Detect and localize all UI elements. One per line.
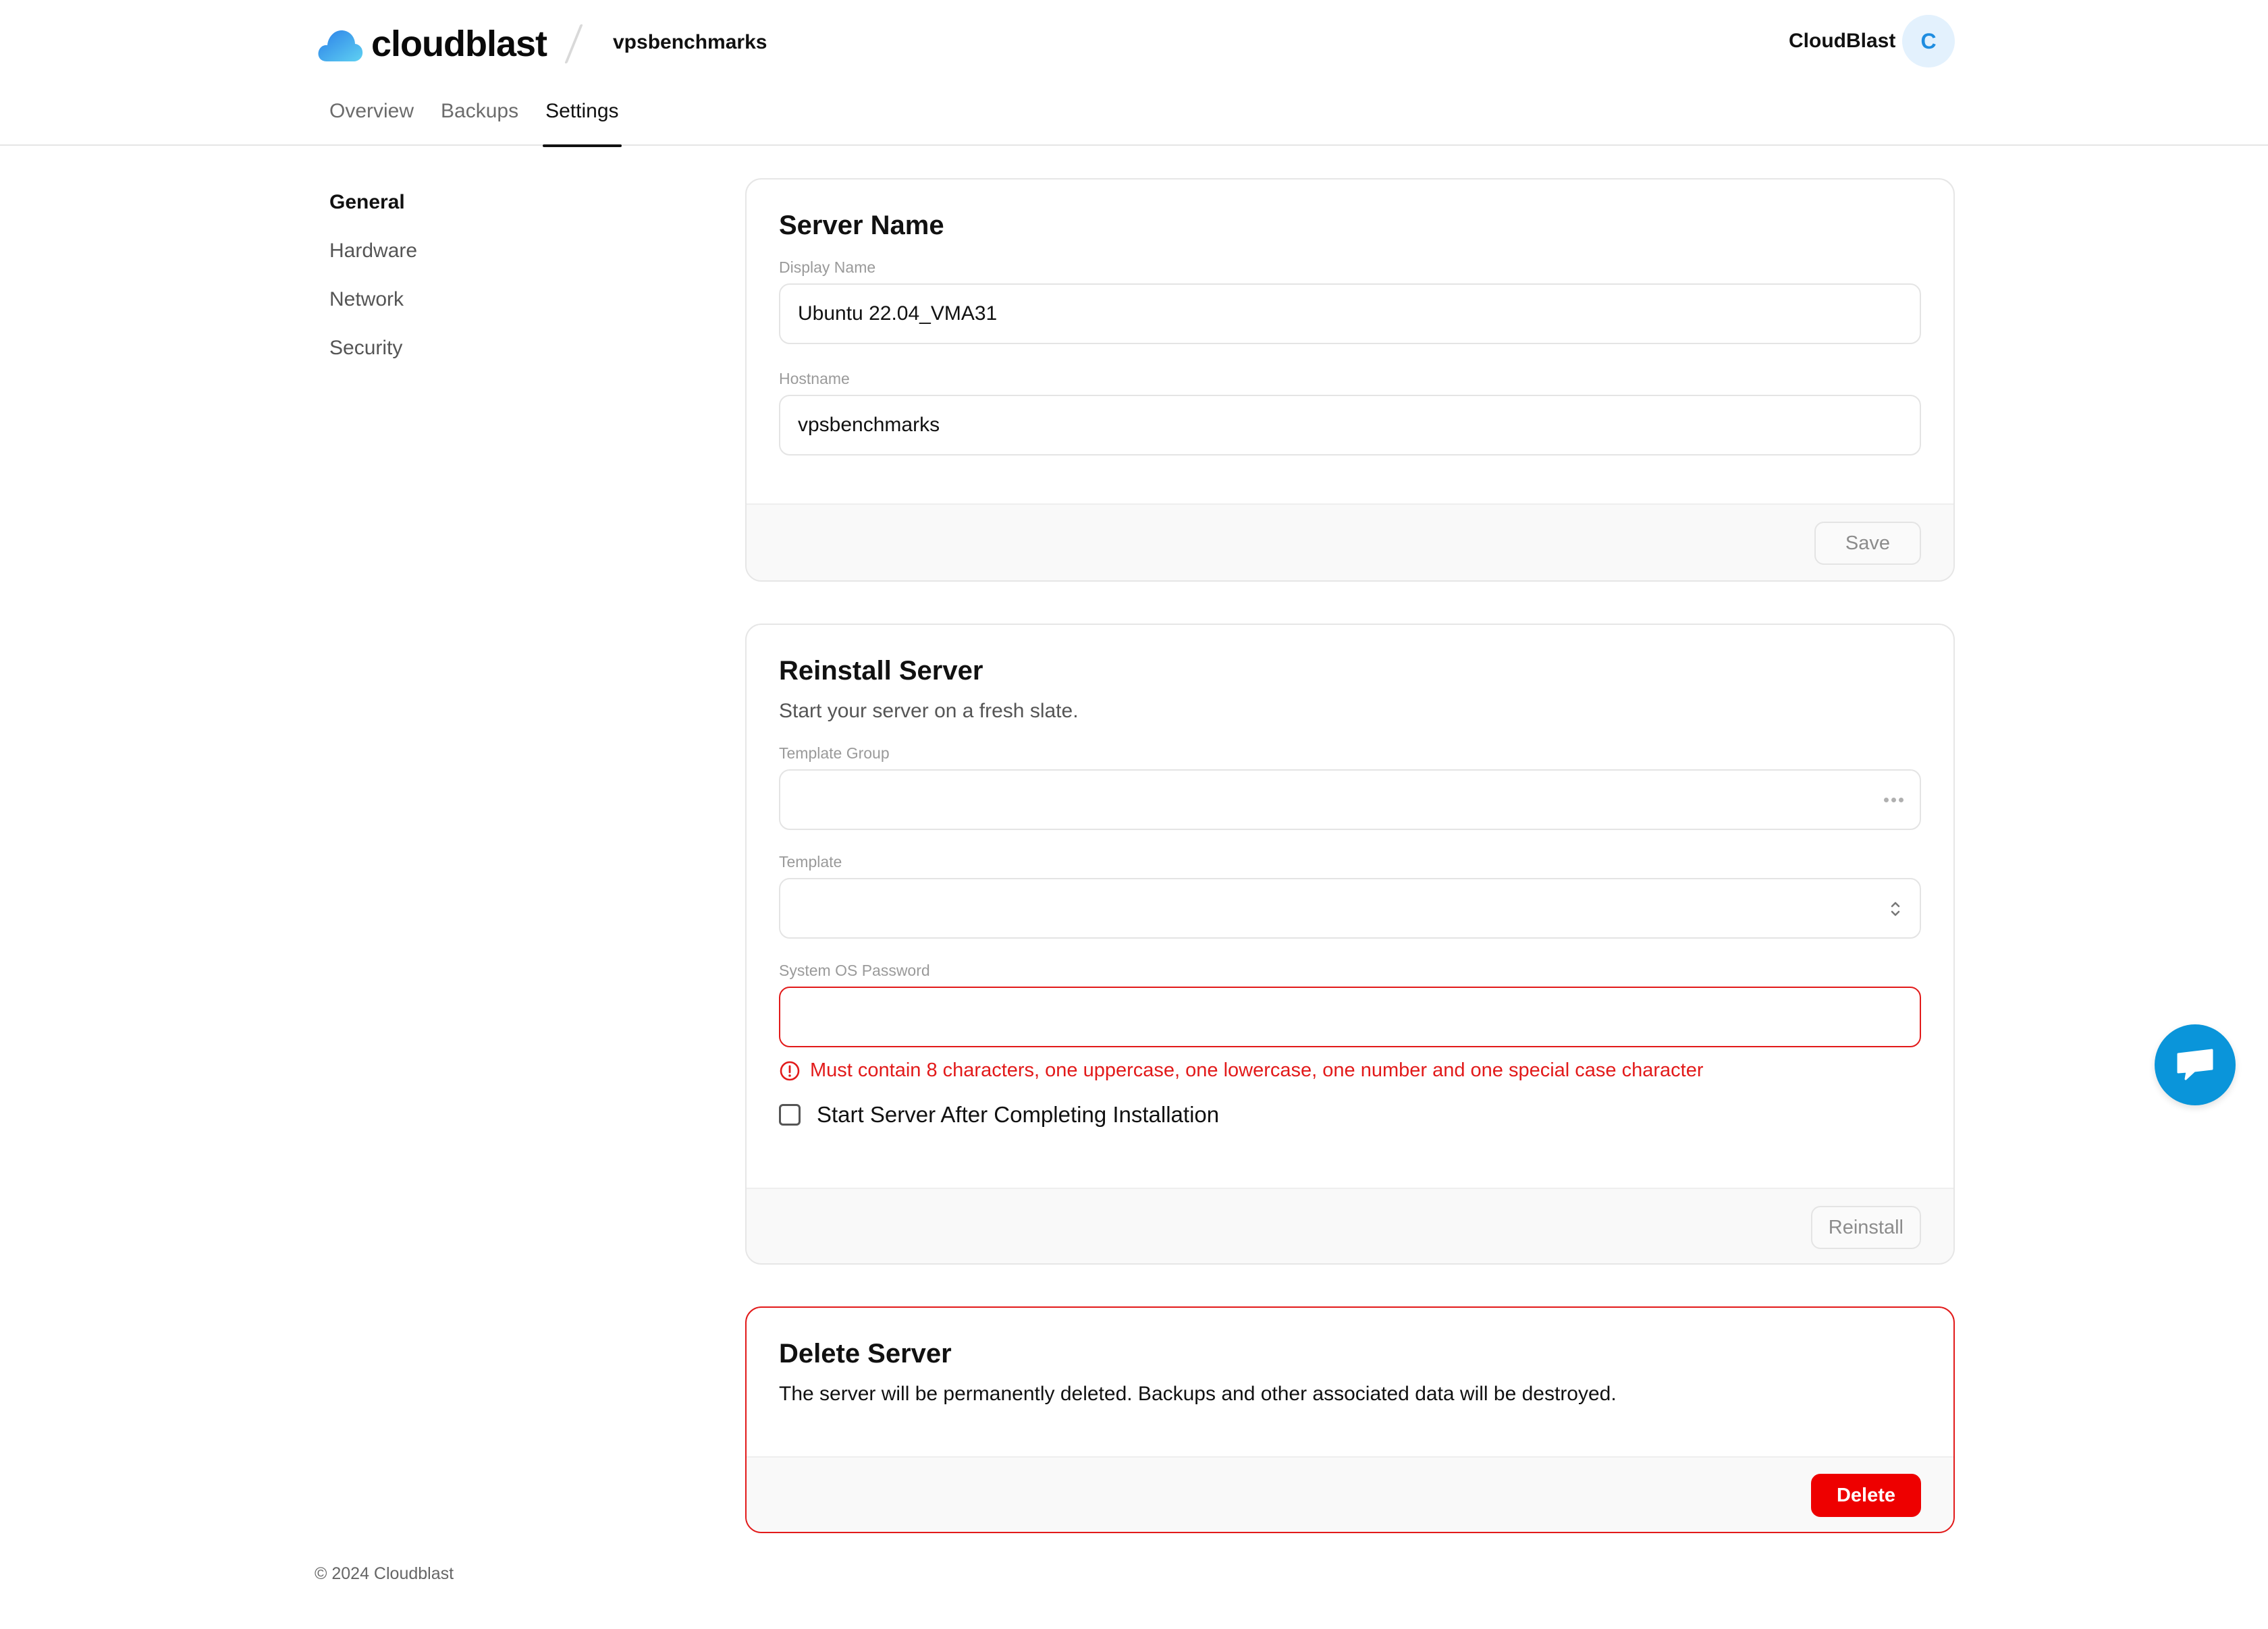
display-name-label: Display Name — [779, 258, 876, 276]
password-error-message: Must contain 8 characters, one uppercase… — [779, 1059, 1921, 1082]
delete-button[interactable]: Delete — [1810, 1474, 1921, 1517]
reinstall-server-description: Start your server on a fresh slate. — [779, 700, 1079, 722]
start-after-install-label[interactable]: Start Server After Completing Installati… — [817, 1102, 1219, 1128]
tab-settings[interactable]: Settings — [532, 94, 632, 147]
system-os-password-label: System OS Password — [779, 962, 930, 979]
start-after-install-checkbox[interactable] — [779, 1104, 801, 1126]
settings-sidenav: General Hardware Network Security — [329, 188, 417, 382]
cloud-logo-icon — [318, 30, 363, 61]
chat-bubble-icon — [2177, 1049, 2213, 1080]
chat-button[interactable] — [2155, 1024, 2236, 1105]
delete-server-card: Delete Server The server will be permane… — [745, 1306, 1955, 1533]
tab-backups[interactable]: Backups — [427, 94, 532, 146]
hostname-input[interactable]: vpsbenchmarks — [779, 395, 1921, 455]
delete-server-title: Delete Server — [779, 1339, 952, 1369]
server-name-card: Server Name Display Name Ubuntu 22.04_VM… — [745, 178, 1955, 582]
server-name-title: Server Name — [779, 211, 944, 240]
chevron-up-down-icon — [1891, 902, 1900, 916]
server-tabs: Overview Backups Settings — [316, 94, 632, 147]
reinstall-button[interactable]: Reinstall — [1810, 1206, 1921, 1249]
display-name-value: Ubuntu 22.04_VMA31 — [798, 302, 998, 325]
hostname-value: vpsbenchmarks — [798, 414, 940, 436]
delete-server-description: The server will be permanently deleted. … — [779, 1383, 1617, 1405]
breadcrumb-server-name[interactable]: vpsbenchmarks — [613, 31, 767, 54]
server-name-card-footer: Save — [747, 503, 1953, 580]
delete-card-footer: Delete — [747, 1456, 1953, 1532]
reinstall-server-card: Reinstall Server Start your server on a … — [745, 624, 1955, 1265]
template-label: Template — [779, 853, 842, 871]
template-group-label: Template Group — [779, 744, 890, 762]
brand-logo[interactable]: cloudblast — [316, 23, 547, 65]
template-group-select[interactable] — [779, 769, 1921, 830]
sidenav-item-security[interactable]: Security — [329, 333, 417, 382]
breadcrumb-separator — [564, 24, 583, 63]
sidenav-item-hardware[interactable]: Hardware — [329, 236, 417, 285]
template-select[interactable] — [779, 878, 1921, 939]
sidenav-item-general[interactable]: General — [329, 188, 417, 236]
reinstall-server-title: Reinstall Server — [779, 656, 983, 686]
reinstall-card-footer: Reinstall — [747, 1188, 1953, 1263]
password-error-text: Must contain 8 characters, one uppercase… — [810, 1059, 1704, 1081]
alert-circle-icon — [780, 1061, 800, 1080]
loading-dots-icon — [1884, 798, 1904, 802]
start-after-install-row: Start Server After Completing Installati… — [779, 1102, 1921, 1128]
save-button[interactable]: Save — [1814, 522, 1921, 565]
display-name-input[interactable]: Ubuntu 22.04_VMA31 — [779, 283, 1921, 344]
copyright-text: © 2024 Cloudblast — [315, 1564, 454, 1583]
top-header: cloudblast vpsbenchmarks CloudBlast C Ov… — [0, 0, 2268, 147]
account-name[interactable]: CloudBlast — [1789, 30, 1895, 53]
avatar[interactable]: C — [1902, 15, 1955, 67]
sidenav-item-network[interactable]: Network — [329, 285, 417, 333]
tab-overview[interactable]: Overview — [316, 94, 427, 146]
hostname-label: Hostname — [779, 370, 850, 387]
brand-name: cloudblast — [371, 24, 547, 64]
system-os-password-input[interactable] — [779, 987, 1921, 1047]
